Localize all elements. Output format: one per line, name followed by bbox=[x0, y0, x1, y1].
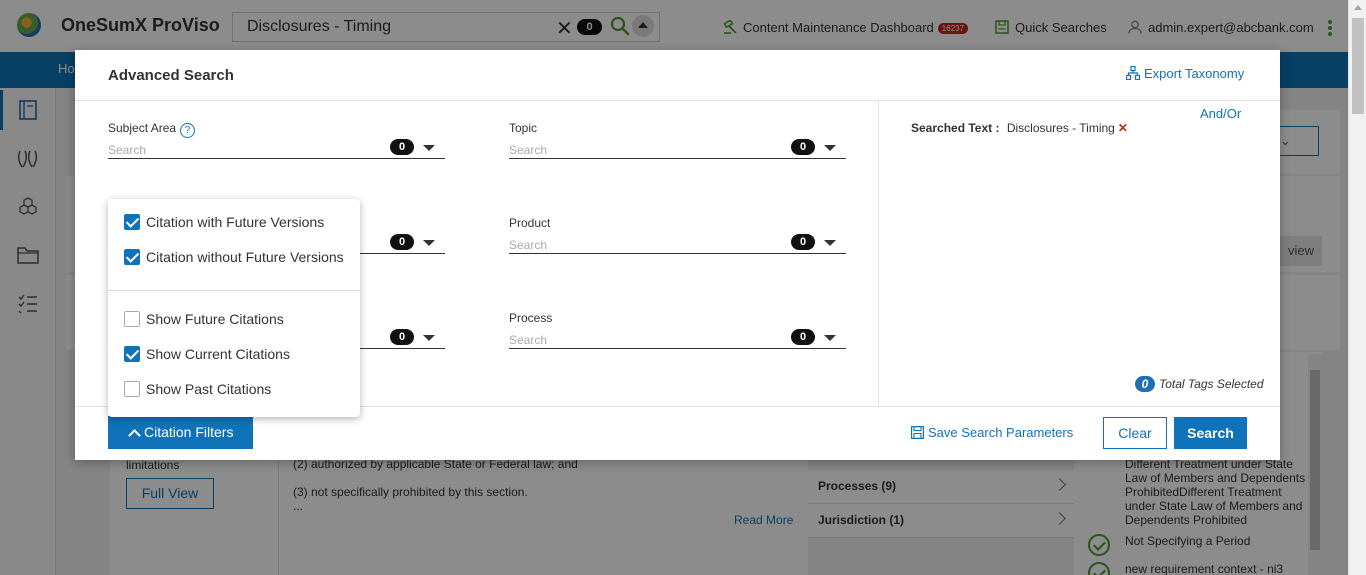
option-label: Show Current Citations bbox=[146, 346, 290, 362]
chevron-down-icon[interactable] bbox=[824, 145, 836, 151]
help-icon[interactable]: ? bbox=[180, 123, 196, 138]
scroll-up-icon[interactable] bbox=[1354, 5, 1362, 10]
citation-filters-popup: Citation with Future Versions Citation w… bbox=[108, 199, 360, 417]
option-label: Citation without Future Versions bbox=[146, 249, 344, 265]
process-label: Process bbox=[509, 311, 553, 325]
subject-area-label: Subject Area bbox=[108, 121, 177, 135]
total-tags-selected: 0 Total Tags Selected bbox=[1135, 376, 1264, 392]
remove-search-text-icon[interactable]: ✕ bbox=[1118, 121, 1128, 135]
modal-title: Advanced Search bbox=[108, 67, 234, 84]
subject-area-count-badge: 0 bbox=[390, 139, 414, 155]
option-label: Show Future Citations bbox=[146, 311, 284, 327]
chevron-down-icon[interactable] bbox=[423, 335, 435, 341]
option-label: Show Past Citations bbox=[146, 381, 272, 397]
chevron-down-icon[interactable] bbox=[824, 240, 836, 246]
modal-column-divider bbox=[878, 100, 879, 406]
page-scrollbar[interactable] bbox=[1348, 0, 1366, 575]
checkbox[interactable] bbox=[124, 249, 140, 265]
topic-field[interactable]: Topic Search 0 bbox=[509, 121, 846, 161]
subject-area-field[interactable]: Subject Area? Search 0 bbox=[108, 121, 445, 161]
checkbox[interactable] bbox=[124, 214, 140, 230]
save-search-parameters-label: Save Search Parameters bbox=[928, 425, 1074, 440]
and-or-toggle[interactable]: And/Or bbox=[1200, 106, 1241, 121]
topic-label: Topic bbox=[509, 121, 538, 135]
total-tags-label: Total Tags Selected bbox=[1159, 377, 1264, 391]
searched-text: Searched Text : Disclosures - Timing ✕ bbox=[911, 121, 1128, 135]
checkbox[interactable] bbox=[124, 346, 140, 362]
modal-header-divider bbox=[75, 100, 1280, 101]
option-label: Citation with Future Versions bbox=[146, 214, 325, 230]
search-button[interactable]: Search bbox=[1174, 417, 1247, 449]
scrollbar-thumb[interactable] bbox=[1352, 18, 1364, 114]
taxonomy-icon bbox=[1125, 65, 1141, 81]
product-input[interactable]: Search bbox=[509, 238, 547, 252]
product-label: Product bbox=[509, 216, 551, 230]
chevron-down-icon[interactable] bbox=[423, 240, 435, 246]
subject-area-input[interactable]: Search bbox=[108, 143, 146, 157]
popup-divider bbox=[108, 290, 360, 291]
product-count-badge: 0 bbox=[791, 234, 815, 250]
total-tags-count-badge: 0 bbox=[1135, 376, 1155, 392]
checkbox[interactable] bbox=[124, 311, 140, 327]
citation-filters-button[interactable]: Citation Filters bbox=[108, 416, 253, 449]
floppy-disk-icon bbox=[911, 426, 925, 440]
export-taxonomy-link[interactable]: Export Taxonomy bbox=[1125, 65, 1245, 81]
process-input[interactable]: Search bbox=[509, 333, 547, 347]
field-count-badge: 0 bbox=[390, 234, 414, 250]
export-taxonomy-label: Export Taxonomy bbox=[1144, 66, 1245, 81]
searched-text-value: Disclosures - Timing bbox=[1006, 121, 1115, 135]
field-count-badge: 0 bbox=[390, 329, 414, 345]
save-search-parameters-link[interactable]: Save Search Parameters bbox=[911, 425, 1073, 440]
topic-input[interactable]: Search bbox=[509, 143, 547, 157]
process-field[interactable]: Process Search 0 bbox=[509, 311, 846, 351]
checkbox[interactable] bbox=[124, 381, 140, 397]
searched-text-label: Searched Text : bbox=[911, 121, 1000, 135]
clear-button[interactable]: Clear bbox=[1103, 417, 1167, 449]
chevron-down-icon[interactable] bbox=[423, 145, 435, 151]
process-count-badge: 0 bbox=[791, 329, 815, 345]
product-field[interactable]: Product Search 0 bbox=[509, 216, 846, 256]
chevron-down-icon[interactable] bbox=[824, 335, 836, 341]
topic-count-badge: 0 bbox=[791, 139, 815, 155]
